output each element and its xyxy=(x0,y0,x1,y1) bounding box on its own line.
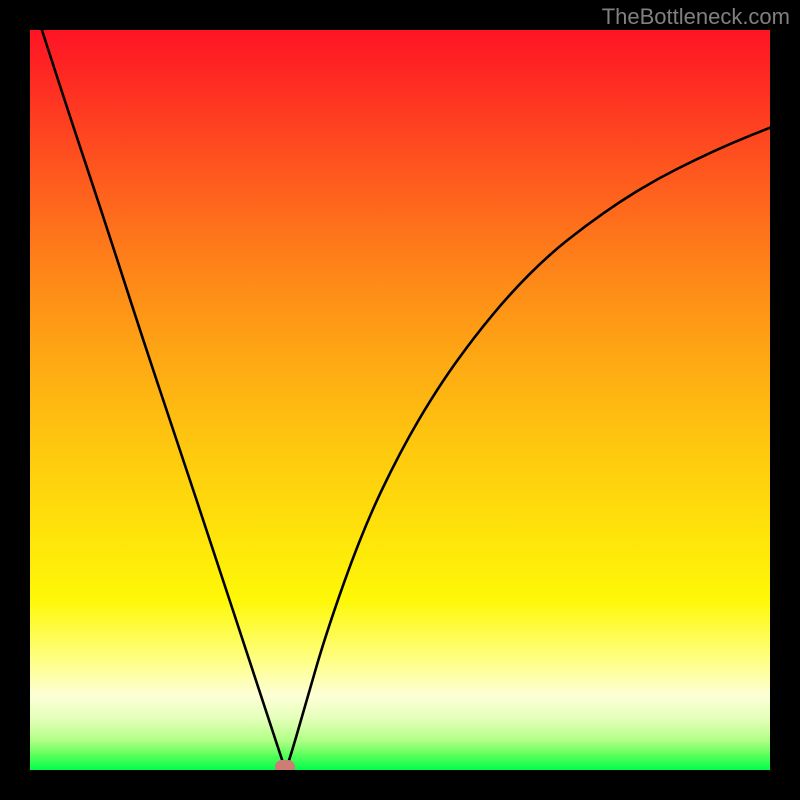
watermark-label: TheBottleneck.com xyxy=(602,4,790,30)
bottleneck-curve xyxy=(30,30,770,770)
notch-marker xyxy=(275,760,295,770)
chart-frame: TheBottleneck.com xyxy=(0,0,800,800)
plot-area xyxy=(30,30,770,770)
